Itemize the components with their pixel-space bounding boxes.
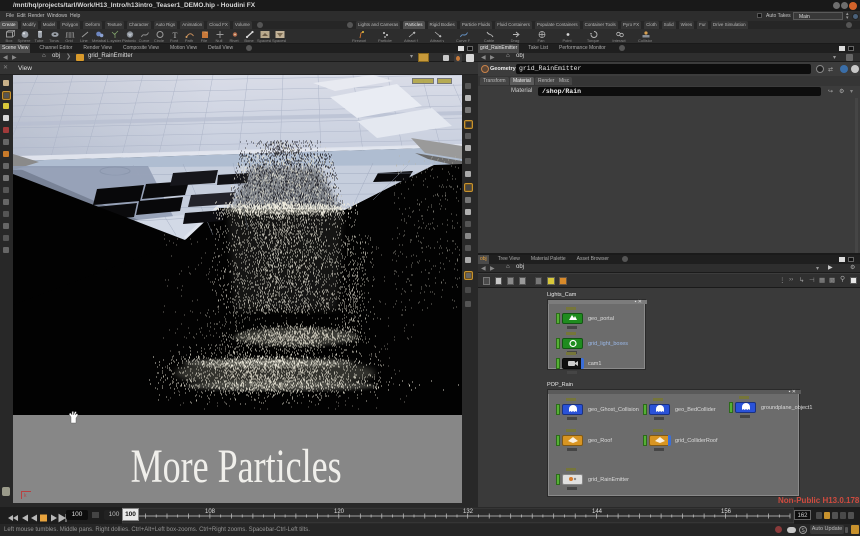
svg-text:108: 108: [205, 509, 216, 515]
svg-text:132: 132: [463, 509, 474, 515]
svg-text:120: 120: [334, 509, 345, 515]
svg-text:156: 156: [721, 509, 732, 515]
svg-text:144: 144: [592, 509, 603, 515]
